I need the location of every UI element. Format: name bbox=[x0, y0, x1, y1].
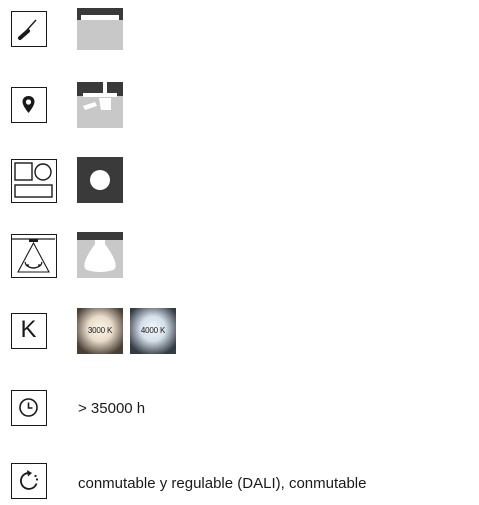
color-temp-option-4000k: 4000 K bbox=[130, 308, 176, 354]
ceiling-installation-swatch bbox=[77, 82, 123, 128]
beam-row bbox=[0, 232, 479, 278]
shape-row bbox=[0, 157, 479, 203]
color-temperature-row: K 3000 K 4000 K bbox=[0, 308, 479, 354]
color-temp-label-3000k: 3000 K bbox=[87, 326, 113, 335]
beam-distribution-swatch bbox=[77, 232, 123, 278]
clock-icon bbox=[19, 398, 38, 417]
shape-square-round-icon bbox=[14, 162, 53, 198]
control-row: conmutable y regulable (DALI), conmutabl… bbox=[0, 458, 479, 504]
lifetime-row: > 35000 h bbox=[0, 385, 479, 431]
kelvin-icon: K bbox=[20, 316, 37, 343]
lifetime-value: > 35000 h bbox=[78, 400, 146, 417]
screwdriver-icon bbox=[18, 19, 37, 40]
control-value: conmutable y regulable (DALI), conmutabl… bbox=[78, 475, 367, 492]
location-icon-box bbox=[11, 87, 47, 123]
beam-angle-icon bbox=[12, 238, 55, 273]
lifetime-icon-box bbox=[11, 390, 47, 426]
mounting-row bbox=[0, 8, 479, 50]
control-icon-box bbox=[11, 463, 47, 499]
color-temp-option-3000k: 3000 K bbox=[77, 308, 123, 354]
recessed-ceiling-swatch bbox=[77, 8, 123, 50]
round-shape-swatch bbox=[77, 157, 123, 203]
kelvin-icon-box: K bbox=[11, 313, 47, 349]
mounting-icon-box bbox=[11, 11, 47, 47]
beam-icon-box bbox=[11, 234, 57, 278]
location-pin-icon bbox=[22, 96, 35, 113]
location-row bbox=[0, 82, 479, 128]
dimming-arrow-icon bbox=[20, 470, 39, 490]
shape-icon-box bbox=[11, 159, 57, 203]
color-temp-label-4000k: 4000 K bbox=[140, 326, 166, 335]
